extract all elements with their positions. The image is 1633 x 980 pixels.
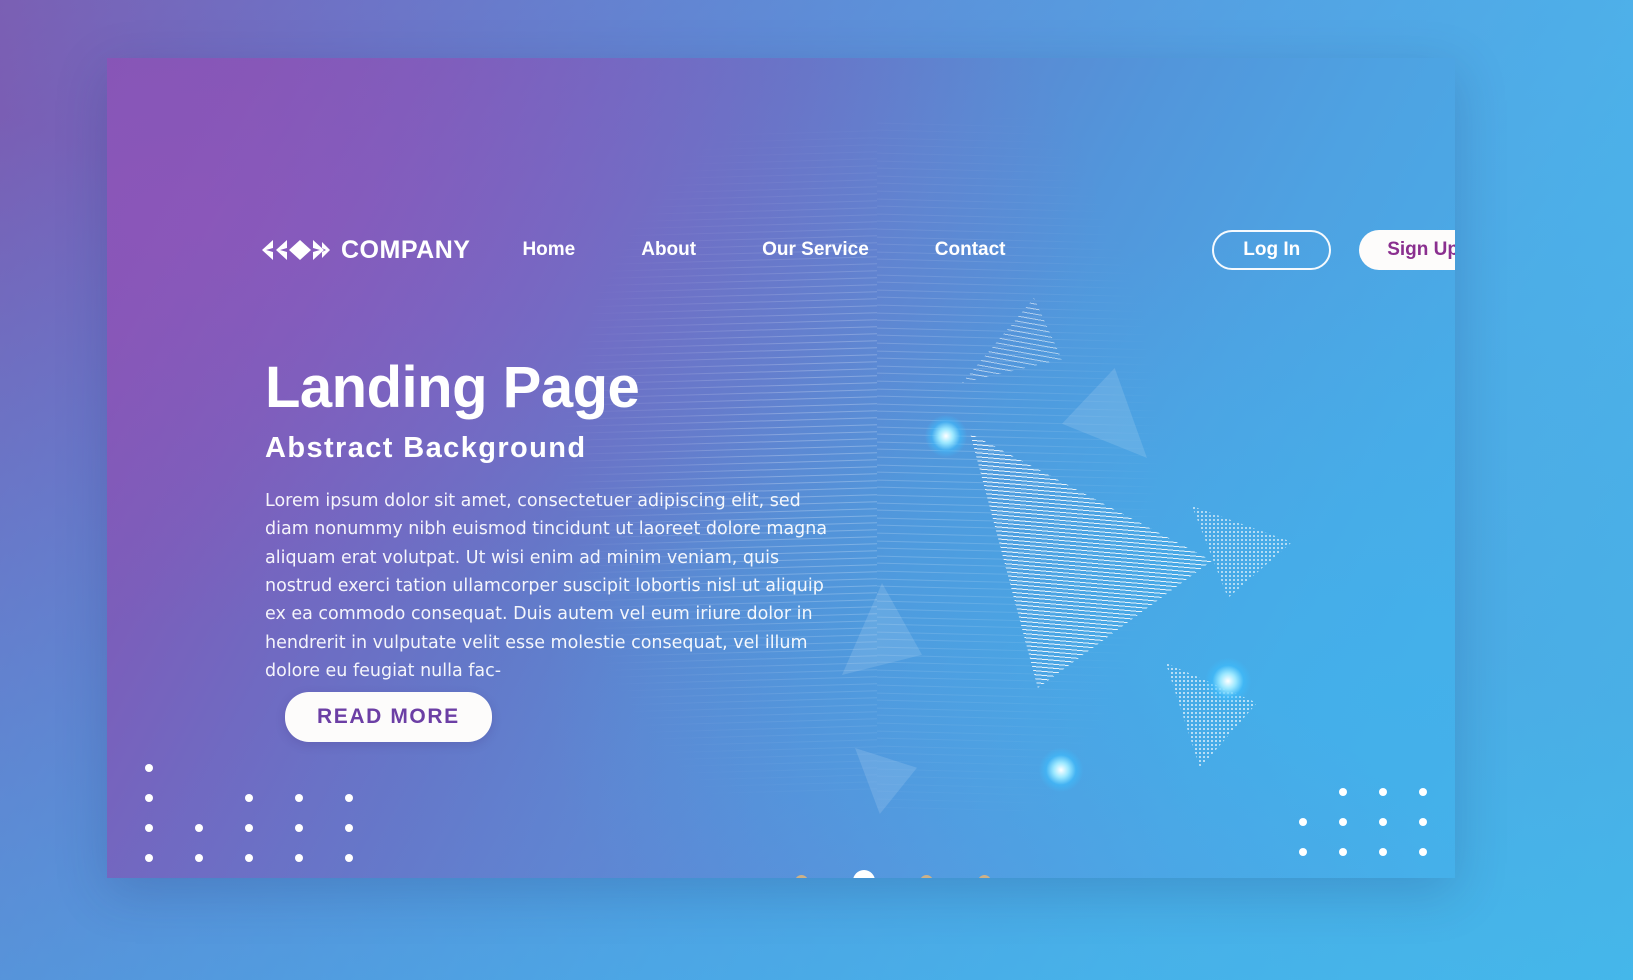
striped-triangle-top-icon: [962, 298, 1062, 383]
landing-page-card: COMPANY Home About Our Service Contact L…: [107, 58, 1455, 878]
page-subtitle: Abstract Background: [265, 431, 587, 464]
nav-actions: Log In Sign Up: [1212, 230, 1455, 270]
ghost-triangle-upper-icon: [1062, 368, 1147, 458]
nav-item-our-service[interactable]: Our Service: [762, 239, 869, 261]
hero-section: Landing Page Abstract Background Lorem i…: [265, 355, 865, 685]
dot-grid-right-icon: [1259, 758, 1455, 878]
glow-point-lower-icon: [1039, 748, 1083, 792]
dot-grid-left-icon: [145, 764, 395, 878]
nav-item-contact[interactable]: Contact: [935, 239, 1006, 261]
login-button[interactable]: Log In: [1212, 230, 1332, 270]
glow-point-upper-icon: [925, 415, 967, 457]
nav-item-home[interactable]: Home: [522, 239, 575, 261]
line-curtain-right-icon: [877, 114, 1157, 818]
carousel-pagination: [795, 870, 991, 878]
carousel-dot-4[interactable]: [978, 874, 991, 878]
nav-links: Home About Our Service Contact: [522, 239, 1005, 261]
glow-point-bottom-icon: [1205, 658, 1251, 704]
brand-name: COMPANY: [341, 235, 471, 264]
hero-paragraph: Lorem ipsum dolor sit amet, consectetuer…: [265, 490, 828, 681]
nav-item-about[interactable]: About: [641, 239, 696, 261]
carousel-dot-3[interactable]: [920, 874, 933, 878]
ghost-triangle-lower-icon: [855, 748, 917, 814]
striped-triangle-right-icon: [1192, 498, 1292, 598]
striped-triangle-large-icon: [952, 423, 1212, 688]
carousel-dot-2[interactable]: [853, 870, 875, 878]
page-title: Landing Page: [265, 355, 640, 420]
chevron-diamond-logo-icon: [262, 240, 330, 260]
carousel-dot-1[interactable]: [795, 874, 808, 878]
striped-triangle-bottom-icon: [1162, 663, 1257, 768]
navbar: COMPANY Home About Our Service Contact L…: [262, 230, 1455, 270]
brand-logo[interactable]: COMPANY: [262, 236, 470, 265]
read-more-button[interactable]: READ MORE: [285, 692, 492, 742]
signup-button[interactable]: Sign Up: [1359, 230, 1455, 270]
